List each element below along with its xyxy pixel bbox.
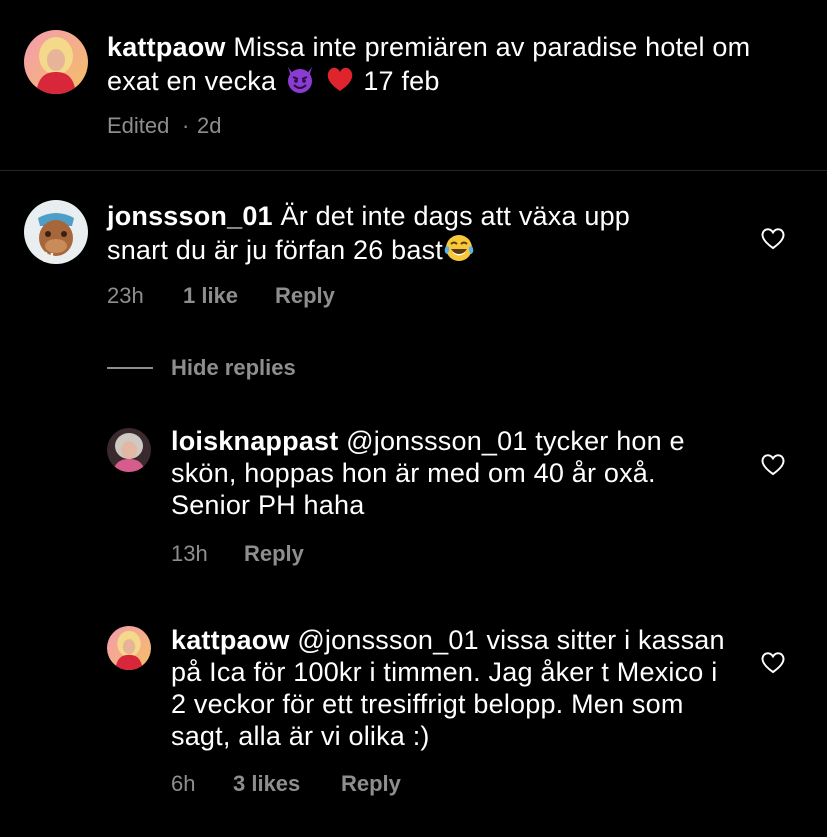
caption-date-text: 17 feb [363,66,440,96]
comment-meta: 23h 1 like Reply [107,283,507,309]
reply-username[interactable]: loisknappast [171,426,338,456]
devil-emoji-icon [284,63,316,95]
reply-reply-button[interactable]: Reply [341,771,401,797]
caption-text: kattpaow Missa inte premiären av paradis… [107,31,797,97]
meta-separator: · [182,113,190,138]
red-heart-emoji-icon [324,63,356,95]
reply-like-heart-icon[interactable] [760,650,786,674]
comment-likes-count[interactable]: 1 like [183,283,238,309]
comment-reply-button[interactable]: Reply [275,283,335,309]
comment-username[interactable]: jonssson_01 [107,201,273,231]
reply-avatar[interactable] [107,428,151,472]
avatar-image [24,30,88,94]
reply-likes-count[interactable]: 3 likes [233,771,300,797]
reply-username[interactable]: kattpaow [171,625,290,655]
hide-replies-line [107,367,153,369]
caption-time: 2d [197,113,222,138]
reply-time: 13h [171,541,208,566]
reply-time: 6h [171,771,196,796]
hide-replies-button[interactable]: Hide replies [171,355,371,381]
avatar-image [107,428,151,472]
avatar-image [24,200,88,264]
edited-label: Edited [107,113,170,138]
reply-text: loisknappast @jonssson_01 tycker hon e s… [171,425,731,521]
reply-meta: 6h 3 likes Reply [171,771,571,797]
comment-text: jonssson_01 Är det inte dags att växa up… [107,200,667,266]
reply-avatar[interactable] [107,626,151,670]
reply-meta: 13h Reply [171,541,471,567]
caption-username[interactable]: kattpaow [107,32,226,62]
caption-meta: Edited · 2d [107,113,407,139]
reply-like-heart-icon[interactable] [760,452,786,476]
caption-avatar[interactable] [24,30,88,94]
reply-reply-button[interactable]: Reply [244,541,304,567]
reply-text: kattpaow @jonssson_01 vissa sitter i kas… [171,624,731,752]
comment-like-heart-icon[interactable] [760,226,786,250]
hide-replies-label: Hide replies [171,355,296,380]
avatar-image [107,626,151,670]
tears-of-joy-emoji-icon [443,232,475,264]
comment-avatar[interactable] [24,200,88,264]
comment-time: 23h [107,283,144,308]
caption-divider [0,170,827,171]
